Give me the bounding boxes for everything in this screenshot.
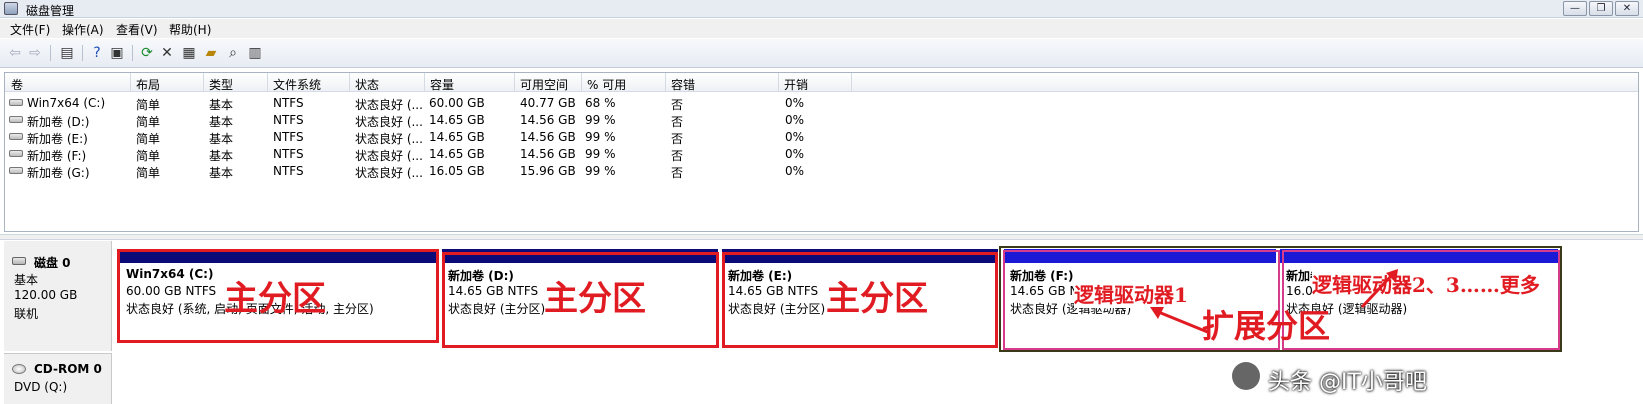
column-header-percent-free[interactable]: % 可用 <box>583 76 626 93</box>
drive-icon <box>9 150 23 157</box>
cell-capacity: 60.00 GB <box>429 96 485 110</box>
drive-icon <box>9 133 23 140</box>
properties-icon[interactable]: ▦ <box>180 44 198 62</box>
volume-list-header: 卷 布局 类型 文件系统 状态 容量 可用空间 % 可用 容错 开销 <box>5 73 1638 92</box>
help-icon[interactable]: ? <box>88 44 106 62</box>
annotation-arrow-right <box>1360 269 1398 309</box>
cell-free-space: 14.56 GB <box>520 147 576 161</box>
cell-percent-free: 68 % <box>585 96 616 110</box>
cell-free-space: 14.56 GB <box>520 113 576 127</box>
table-row[interactable]: 新加卷 (F:) 简单 基本 NTFS 状态良好 (... 14.65 GB 1… <box>5 145 1638 163</box>
cell-percent-free: 99 % <box>585 130 616 144</box>
delete-icon[interactable]: ✕ <box>158 44 176 62</box>
table-row[interactable]: 新加卷 (G:) 简单 基本 NTFS 状态良好 (... 16.05 GB 1… <box>5 162 1638 180</box>
cell-free-space: 15.96 GB <box>520 164 576 178</box>
disk-0-label[interactable]: 磁盘 0 基本 120.00 GB 联机 <box>4 241 112 351</box>
disk-0-status: 联机 <box>14 307 39 321</box>
column-header-free-space[interactable]: 可用空间 <box>516 76 568 93</box>
watermark-logo-icon <box>1232 362 1260 390</box>
menu-action[interactable]: 操作(A) <box>62 21 104 38</box>
column-header-type[interactable]: 类型 <box>205 76 233 93</box>
cell-capacity: 14.65 GB <box>429 113 485 127</box>
watermark-text: 头条 @IT小哥吧 <box>1268 370 1427 395</box>
cell-filesystem: NTFS <box>273 113 304 127</box>
volume-list: 卷 布局 类型 文件系统 状态 容量 可用空间 % 可用 容错 开销 Win7x… <box>4 72 1639 232</box>
disk-0-type: 基本 <box>14 273 39 287</box>
cell-volume: 新加卷 (G:) <box>27 166 90 180</box>
console-icon[interactable]: ▣ <box>108 44 126 62</box>
cd-rom-icon <box>12 364 26 374</box>
column-header-fault-tolerance[interactable]: 容错 <box>667 76 695 93</box>
cell-fault-tolerance: 否 <box>671 166 684 180</box>
annotation-logical-more: 逻辑驱动器2、3……更多 <box>1312 269 1540 298</box>
close-button[interactable]: ✕ <box>1615 1 1639 16</box>
cell-layout: 简单 <box>136 166 161 180</box>
cell-overhead: 0% <box>785 113 805 127</box>
menu-bar: 文件(F) 操作(A) 查看(V) 帮助(H) <box>0 19 1643 38</box>
cell-overhead: 0% <box>785 164 805 178</box>
table-row[interactable]: 新加卷 (D:) 简单 基本 NTFS 状态良好 (... 14.65 GB 1… <box>5 111 1638 129</box>
cell-overhead: 0% <box>785 96 805 110</box>
column-header-filesystem[interactable]: 文件系统 <box>269 76 321 93</box>
column-header-layout[interactable]: 布局 <box>132 76 160 93</box>
cell-overhead: 0% <box>785 130 805 144</box>
cell-volume: Win7x64 (C:) <box>27 96 106 110</box>
cell-type: 基本 <box>209 166 234 180</box>
cell-free-space: 40.77 GB <box>520 96 576 110</box>
table-row[interactable]: 新加卷 (E:) 简单 基本 NTFS 状态良好 (... 14.65 GB 1… <box>5 128 1638 146</box>
cell-filesystem: NTFS <box>273 164 304 178</box>
title-bar: 磁盘管理 — ❐ ✕ <box>0 0 1643 18</box>
table-row[interactable]: Win7x64 (C:) 简单 基本 NTFS 状态良好 (... 60.00 … <box>5 94 1638 112</box>
search-icon[interactable]: ⌕ <box>224 44 242 62</box>
cell-free-space: 14.56 GB <box>520 130 576 144</box>
cell-filesystem: NTFS <box>273 130 304 144</box>
cell-capacity: 16.05 GB <box>429 164 485 178</box>
refresh-icon[interactable]: ⟳ <box>138 44 156 62</box>
open-icon[interactable]: ▰ <box>202 44 220 62</box>
export-icon[interactable]: ▥ <box>246 44 264 62</box>
window-title: 磁盘管理 <box>26 4 75 18</box>
cdrom-0-drive: DVD (Q:) <box>14 380 68 394</box>
cell-percent-free: 99 % <box>585 113 616 127</box>
column-header-overhead[interactable]: 开销 <box>780 76 808 93</box>
menu-view[interactable]: 查看(V) <box>116 21 158 38</box>
forward-icon[interactable]: ⇨ <box>26 44 44 62</box>
menu-file[interactable]: 文件(F) <box>10 21 50 38</box>
view-icon[interactable]: ▤ <box>58 44 76 62</box>
cell-capacity: 14.65 GB <box>429 147 485 161</box>
drive-icon <box>9 99 23 106</box>
cell-filesystem: NTFS <box>273 147 304 161</box>
annotation-primary-d: 主分区 <box>544 279 646 319</box>
column-header-status[interactable]: 状态 <box>351 76 379 93</box>
annotation-primary-c: 主分区 <box>224 279 326 319</box>
minimize-button[interactable]: — <box>1563 1 1587 16</box>
disk-management-app-icon <box>4 2 18 15</box>
pane-splitter[interactable] <box>0 234 1643 240</box>
cdrom-0-label[interactable]: CD-ROM 0 DVD (Q:) <box>4 353 112 404</box>
back-icon[interactable]: ⇦ <box>6 44 24 62</box>
toolbar: ⇦ ⇨ ▤ ? ▣ ⟳ ✕ ▦ ▰ ⌕ ▥ <box>0 39 1643 68</box>
disk-0-name: 磁盘 0 <box>34 256 71 270</box>
cell-overhead: 0% <box>785 147 805 161</box>
cell-capacity: 14.65 GB <box>429 130 485 144</box>
annotation-arrow-left <box>1150 307 1211 335</box>
restore-button[interactable]: ❐ <box>1589 1 1613 16</box>
column-header-volume[interactable]: 卷 <box>7 76 23 93</box>
cell-percent-free: 99 % <box>585 164 616 178</box>
hard-disk-icon <box>12 257 26 265</box>
cell-filesystem: NTFS <box>273 96 304 110</box>
menu-help[interactable]: 帮助(H) <box>169 21 211 38</box>
column-header-capacity[interactable]: 容量 <box>426 76 454 93</box>
cdrom-0-name: CD-ROM 0 <box>34 362 102 376</box>
annotation-primary-e: 主分区 <box>826 279 928 319</box>
cell-status: 状态良好 (... <box>355 166 423 180</box>
drive-icon <box>9 167 23 174</box>
annotation-extended: 扩展分区 <box>1202 307 1331 345</box>
cell-percent-free: 99 % <box>585 147 616 161</box>
drive-icon <box>9 116 23 123</box>
disk-0-size: 120.00 GB <box>14 288 78 302</box>
